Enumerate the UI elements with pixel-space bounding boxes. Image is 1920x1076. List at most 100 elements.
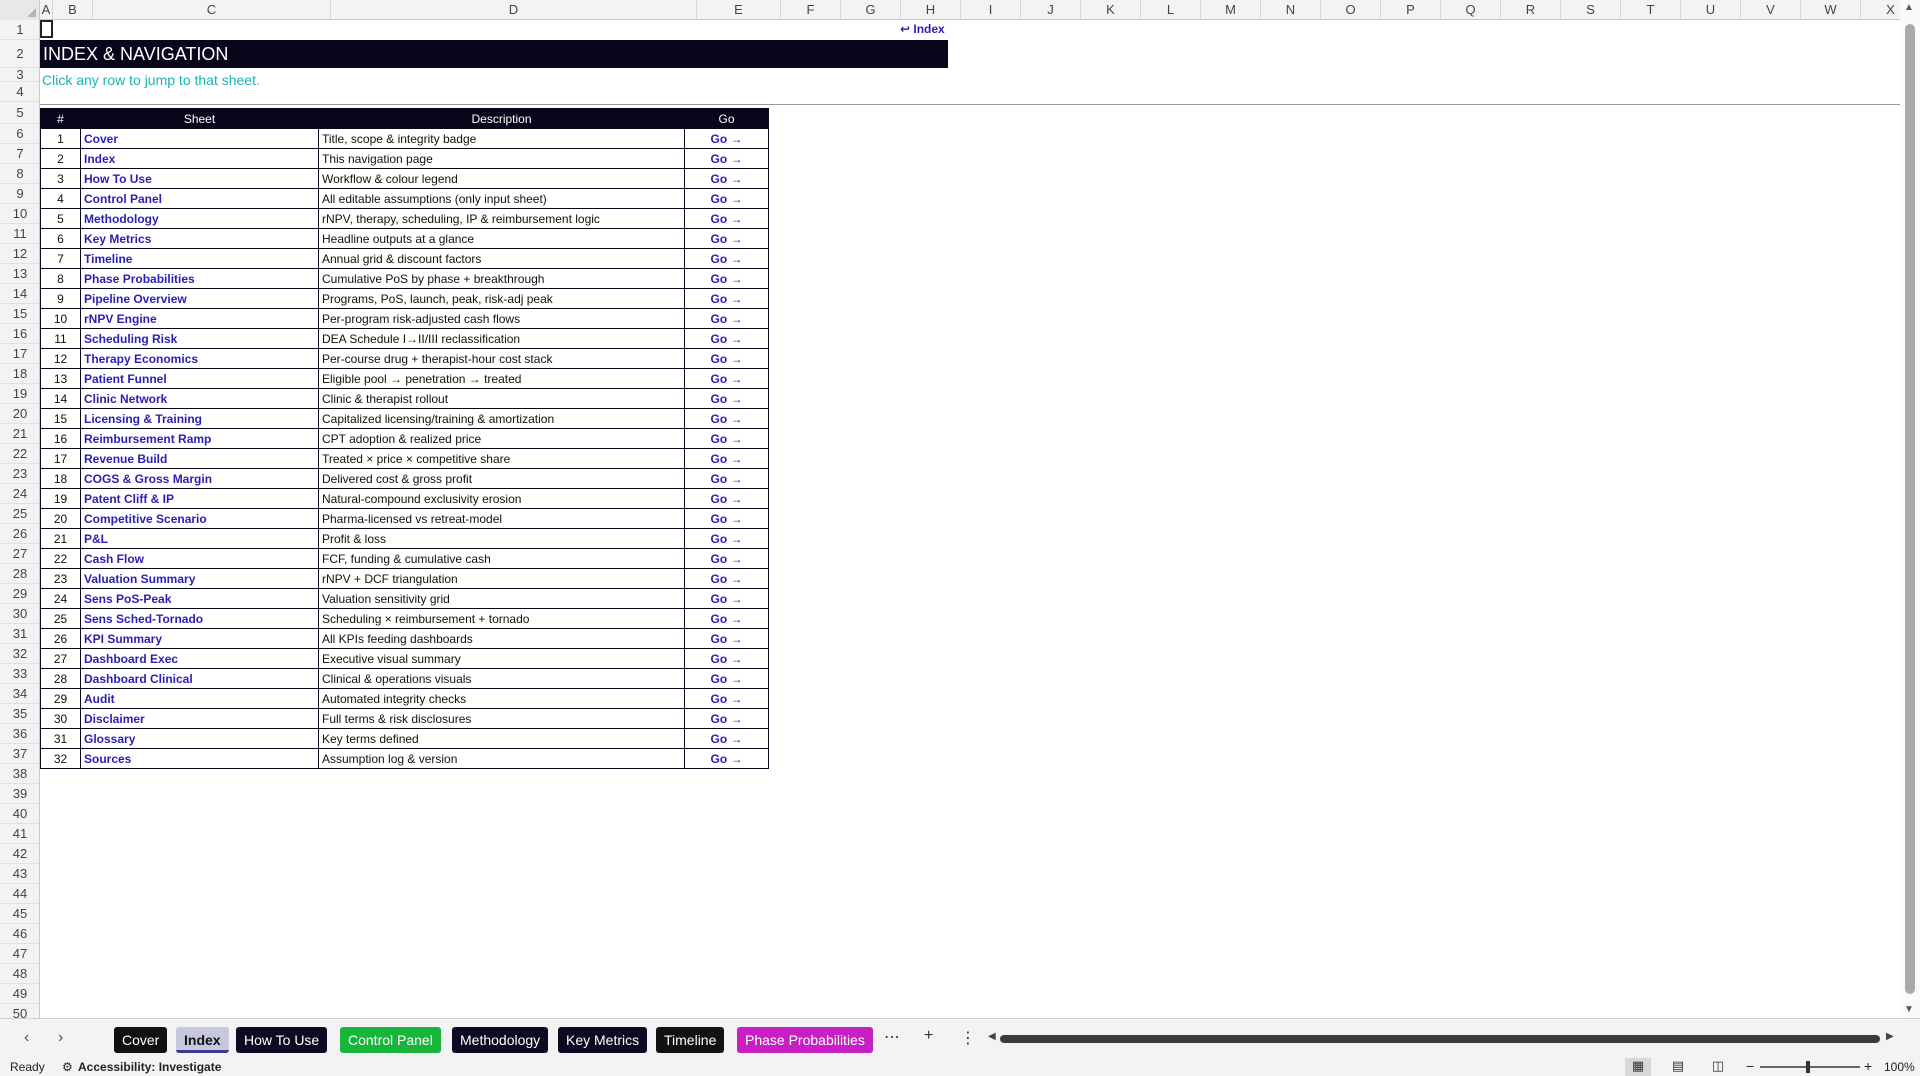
table-row[interactable]: 28 Dashboard Clinical Clinical & operation… — [40, 668, 769, 689]
row-header[interactable]: 42 — [0, 844, 39, 864]
sheet-link[interactable]: Disclaimer — [80, 708, 319, 729]
sheet-tab[interactable]: Timeline — [656, 1027, 725, 1053]
go-link[interactable]: Go → — [684, 548, 769, 569]
page-layout-view-icon[interactable]: ▤ — [1665, 1058, 1691, 1076]
sheet-link[interactable]: P&L — [80, 528, 319, 549]
row-header[interactable]: 13 — [0, 264, 39, 284]
page-break-view-icon[interactable]: ◫ — [1705, 1058, 1731, 1076]
zoom-level[interactable]: 100% — [1884, 1060, 1915, 1074]
go-link[interactable]: Go → — [684, 528, 769, 549]
row-header[interactable]: 40 — [0, 804, 39, 824]
prev-sheet-icon[interactable]: ‹ — [24, 1029, 29, 1047]
go-link[interactable]: Go → — [684, 288, 769, 309]
worksheet-grid[interactable]: ↩ Index INDEX & NAVIGATION Click any row… — [40, 20, 1900, 1018]
row-header[interactable]: 27 — [0, 544, 39, 564]
row-header[interactable]: 14 — [0, 284, 39, 304]
row-header[interactable]: 10 — [0, 204, 39, 224]
sheet-link[interactable]: Sens PoS-Peak — [80, 588, 319, 609]
row-header[interactable]: 29 — [0, 584, 39, 604]
column-header-t[interactable]: T — [1621, 0, 1681, 20]
row-header[interactable]: 2 — [0, 40, 39, 68]
column-header-w[interactable]: W — [1801, 0, 1861, 20]
sheet-tab[interactable]: Key Metrics — [558, 1027, 648, 1053]
sheet-link[interactable]: Competitive Scenario — [80, 508, 319, 529]
go-link[interactable]: Go → — [684, 248, 769, 269]
accessibility-icon[interactable]: ⚙ — [62, 1060, 73, 1074]
table-row[interactable]: 24 Sens PoS-Peak Valuation sensitivity gri… — [40, 588, 769, 609]
table-row[interactable]: 29 Audit Automated integrity checks Go → — [40, 688, 769, 709]
sheet-link[interactable]: Timeline — [80, 248, 319, 269]
more-sheets-icon[interactable]: ⋯ — [884, 1027, 900, 1047]
row-header[interactable]: 15 — [0, 304, 39, 324]
row-header[interactable]: 18 — [0, 364, 39, 384]
table-row[interactable]: 17 Revenue Build Treated × price × competi… — [40, 448, 769, 469]
column-header-e[interactable]: E — [697, 0, 781, 20]
accessibility-status[interactable]: Accessibility: Investigate — [78, 1060, 221, 1074]
sheet-tab[interactable]: Control Panel — [340, 1027, 441, 1053]
go-link[interactable]: Go → — [684, 748, 769, 769]
go-link[interactable]: Go → — [684, 128, 769, 149]
scroll-left-icon[interactable]: ◀ — [988, 1031, 996, 1042]
column-header-b[interactable]: B — [53, 0, 93, 20]
go-link[interactable]: Go → — [684, 148, 769, 169]
row-header[interactable]: 23 — [0, 464, 39, 484]
row-header[interactable]: 4 — [0, 82, 39, 102]
column-header-l[interactable]: L — [1141, 0, 1201, 20]
row-header[interactable]: 3 — [0, 68, 39, 82]
table-row[interactable]: 19 Patent Cliff & IP Natural-compound excl… — [40, 488, 769, 509]
table-row[interactable]: 32 Sources Assumption log & version Go → — [40, 748, 769, 769]
sheet-link[interactable]: Licensing & Training — [80, 408, 319, 429]
go-link[interactable]: Go → — [684, 408, 769, 429]
select-all-corner[interactable] — [0, 0, 40, 20]
table-row[interactable]: 13 Patient Funnel Eligible pool → penetrat… — [40, 368, 769, 389]
sheet-link[interactable]: Cash Flow — [80, 548, 319, 569]
normal-view-icon[interactable]: ▦ — [1625, 1058, 1651, 1076]
column-header-k[interactable]: K — [1081, 0, 1141, 20]
row-header[interactable]: 19 — [0, 384, 39, 404]
row-header[interactable]: 22 — [0, 444, 39, 464]
table-row[interactable]: 12 Therapy Economics Per-course drug + the… — [40, 348, 769, 369]
sheet-link[interactable]: COGS & Gross Margin — [80, 468, 319, 489]
column-header-a[interactable]: A — [40, 0, 53, 20]
go-link[interactable]: Go → — [684, 208, 769, 229]
table-row[interactable]: 8 Phase Probabilities Cumulative PoS by ph… — [40, 268, 769, 289]
table-row[interactable]: 6 Key Metrics Headline outputs at a glance… — [40, 228, 769, 249]
row-header[interactable]: 12 — [0, 244, 39, 264]
row-header[interactable]: 47 — [0, 944, 39, 964]
sheet-tab[interactable]: Cover — [114, 1027, 168, 1053]
horizontal-scrollbar[interactable]: ◀ ▶ — [988, 1031, 1898, 1045]
zoom-out-icon[interactable]: − — [1746, 1058, 1754, 1074]
table-row[interactable]: 4 Control Panel All editable assumptions (… — [40, 188, 769, 209]
sheet-link[interactable]: Patent Cliff & IP — [80, 488, 319, 509]
go-link[interactable]: Go → — [684, 448, 769, 469]
column-header-q[interactable]: Q — [1441, 0, 1501, 20]
sheet-link[interactable]: Scheduling Risk — [80, 328, 319, 349]
sheet-link[interactable]: Dashboard Exec — [80, 648, 319, 669]
column-header-o[interactable]: O — [1321, 0, 1381, 20]
table-row[interactable]: 5 Methodology rNPV, therapy, scheduling, I… — [40, 208, 769, 229]
row-header[interactable]: 34 — [0, 684, 39, 704]
row-header[interactable]: 30 — [0, 604, 39, 624]
go-link[interactable]: Go → — [684, 708, 769, 729]
table-row[interactable]: 10 rNPV Engine Per-program risk-adjusted c… — [40, 308, 769, 329]
row-header[interactable]: 49 — [0, 984, 39, 1004]
column-header-g[interactable]: G — [841, 0, 901, 20]
row-header[interactable]: 16 — [0, 324, 39, 344]
sheet-link[interactable]: rNPV Engine — [80, 308, 319, 329]
sheet-link[interactable]: Cover — [80, 128, 319, 149]
zoom-slider-thumb[interactable] — [1806, 1061, 1810, 1073]
row-header[interactable]: 43 — [0, 864, 39, 884]
go-link[interactable]: Go → — [684, 308, 769, 329]
go-link[interactable]: Go → — [684, 468, 769, 489]
column-header-v[interactable]: V — [1741, 0, 1801, 20]
go-link[interactable]: Go → — [684, 648, 769, 669]
zoom-slider[interactable] — [1760, 1066, 1860, 1068]
go-link[interactable]: Go → — [684, 168, 769, 189]
go-link[interactable]: Go → — [684, 188, 769, 209]
row-header[interactable]: 46 — [0, 924, 39, 944]
row-header[interactable]: 28 — [0, 564, 39, 584]
sheet-tab[interactable]: Methodology — [452, 1027, 549, 1053]
column-header-c[interactable]: C — [93, 0, 331, 20]
row-header[interactable]: 50 — [0, 1004, 39, 1018]
table-row[interactable]: 3 How To Use Workflow & colour legend Go → — [40, 168, 769, 189]
